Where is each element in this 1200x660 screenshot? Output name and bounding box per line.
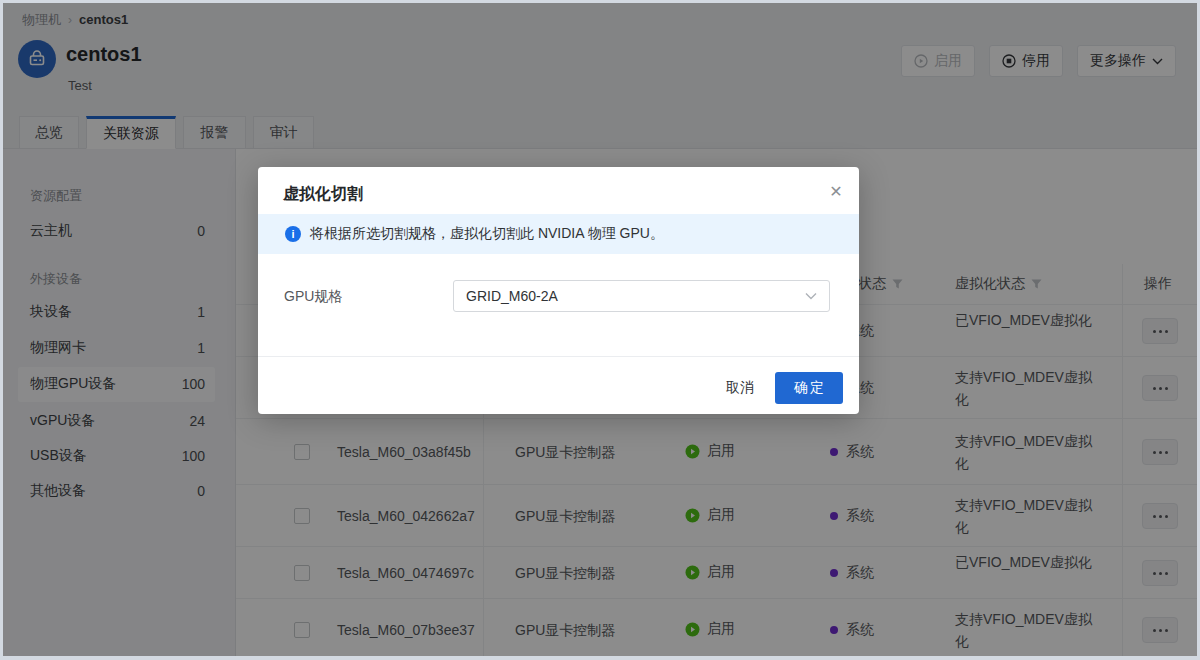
page: 物理机›centos1 centos1 Test 启用 停用 更多操作 xyxy=(0,0,1200,660)
info-icon: i xyxy=(285,226,301,242)
gpu-spec-select[interactable]: GRID_M60-2A xyxy=(453,280,830,312)
chevron-down-icon xyxy=(805,292,817,300)
virtualization-modal: 虚拟化切割 ✕ i 将根据所选切割规格，虚拟化切割此 NVIDIA 物理 GPU… xyxy=(258,167,859,414)
confirm-button[interactable]: 确定 xyxy=(775,372,843,404)
modal-footer: 取消 确定 xyxy=(258,356,859,414)
info-banner: i 将根据所选切割规格，虚拟化切割此 NVIDIA 物理 GPU。 xyxy=(258,214,859,254)
info-text: 将根据所选切割规格，虚拟化切割此 NVIDIA 物理 GPU。 xyxy=(310,225,664,243)
modal-title: 虚拟化切割 xyxy=(283,184,363,205)
close-icon[interactable]: ✕ xyxy=(825,180,847,202)
gpu-spec-label: GPU规格 xyxy=(284,288,342,306)
cancel-button[interactable]: 取消 xyxy=(726,379,754,397)
gpu-spec-value: GRID_M60-2A xyxy=(466,288,558,304)
